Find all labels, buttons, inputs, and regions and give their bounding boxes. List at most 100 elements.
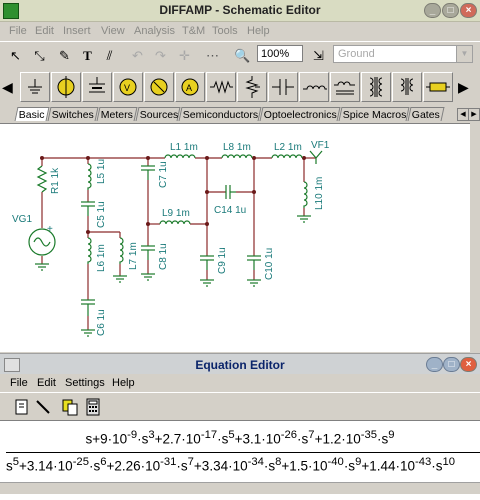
menu-tm[interactable]: T&M [182,25,205,37]
menu-analysis[interactable]: Analysis [134,25,175,37]
menu-tools[interactable]: Tools [212,25,238,37]
tab-optoelectronics-label: Optoelectronics [263,109,337,121]
transformer-part-icon[interactable] [361,72,391,102]
tab-switches-label: Switches [51,109,94,121]
eq-menu-help[interactable]: Help [112,377,135,389]
undo-icon[interactable]: ↶ [128,46,147,65]
tab-sources-label: Sources [139,109,179,121]
lamp-part-icon[interactable] [423,72,453,102]
node-select-icon[interactable]: ⤡ [30,46,49,65]
tab-spice-macros[interactable]: Spice Macros [338,107,410,121]
menu-help[interactable]: Help [247,25,270,37]
battery-part-icon[interactable] [51,72,81,102]
dc-source-part-icon[interactable] [82,72,112,102]
eq-close-icon[interactable]: × [460,357,477,372]
minimize-icon[interactable]: _ [424,3,441,18]
svg-text:A: A [186,83,192,93]
select-arrow-icon[interactable]: ↖ [6,46,25,65]
ammeter-part-icon[interactable] [144,72,174,102]
transfer-numerator: s+9·10-9·s3+2.7·10-17·s5+3.1·10-26·s7+1.… [85,429,395,447]
text-tool-icon[interactable]: T [78,46,97,65]
pencil-icon[interactable] [33,397,53,417]
coupled-inductor-part-icon[interactable] [330,72,360,102]
tab-semiconductors[interactable]: Semiconductors [178,107,262,121]
schematic-window-title: DIFFAMP - Schematic Editor [159,3,321,17]
label-plus: + [47,224,53,235]
tab-scroll-right-icon[interactable]: ▶ [468,108,480,121]
label-r1: R1 1k [50,167,61,194]
tab-switches[interactable]: Switches [47,107,99,121]
tab-spice-macros-label: Spice Macros [342,109,407,121]
eq-menu-edit[interactable]: Edit [37,377,56,389]
eq-minimize-icon[interactable]: _ [426,357,443,372]
eq-menu-settings[interactable]: Settings [65,377,105,389]
transfer-denominator: s5+3.14·10-25·s6+2.26·10-31·s7+3.34·10-3… [6,456,456,474]
label-l7: L7 1m [128,242,139,270]
resistor-part-icon[interactable] [206,72,236,102]
voltmeter-part-icon[interactable]: V [113,72,143,102]
grid-icon[interactable]: ⋯ [203,46,222,65]
tab-meters-label: Meters [100,109,133,121]
wire-tool-icon[interactable]: ⫽ [100,46,119,65]
copy-icon[interactable] [60,397,80,417]
schematic-vertical-scrollbar[interactable] [470,123,480,351]
pen-icon[interactable]: ✎ [55,46,74,65]
label-vg1: VG1 [12,214,32,225]
label-c10: C10 1u [264,248,275,280]
transformer-3-part-icon[interactable] [392,72,422,102]
components [28,150,323,316]
tab-gates[interactable]: Gates [407,107,445,121]
ground-part-icon[interactable] [20,72,50,102]
menu-file[interactable]: File [9,25,27,37]
maximize-icon[interactable]: □ [442,3,459,18]
tab-basic[interactable]: Basic [14,107,50,121]
close-icon[interactable]: × [460,3,477,18]
equation-menu-bar: File Edit Settings Help [0,374,480,392]
label-l8: L8 1m [223,142,251,153]
menu-view[interactable]: View [101,25,125,37]
svg-text:V: V [124,83,130,93]
component-select[interactable]: Ground ▼ [333,45,473,63]
equation-title-bar: Equation Editor _ □ × [0,353,480,375]
label-c5: C5 1u [96,201,107,228]
equation-horizontal-scrollbar[interactable] [0,482,480,494]
redo-icon[interactable]: ↷ [151,46,170,65]
palette-scroll-left-icon[interactable]: ◀ [2,73,13,101]
eq-menu-file[interactable]: File [10,377,28,389]
label-l6: L6 1m [96,244,107,272]
inductor-part-icon[interactable] [299,72,329,102]
tab-meters[interactable]: Meters [96,107,138,121]
label-l10: L10 1m [314,177,325,210]
capacitor-part-icon[interactable] [268,72,298,102]
fraction-line [6,452,480,453]
label-c8: C8 1u [158,243,169,270]
label-c7: C7 1u [158,161,169,188]
equation-window-title: Equation Editor [195,358,285,372]
component-select-value: Ground [338,48,375,60]
potentiometer-part-icon[interactable] [237,72,267,102]
label-l1: L1 1m [170,142,198,153]
zoom-icon[interactable]: 🔍 [233,46,252,65]
schematic-menu-bar: File Edit Insert View Analysis T&M Tools… [0,22,480,41]
schematic-canvas[interactable]: R1 1k VG1 + L5 1u C5 1u L6 1m L7 1m C6 1… [0,123,470,352]
component-tabs: Basic Switches Meters Sources Semiconduc… [0,106,480,122]
tab-semiconductors-label: Semiconductors [182,109,259,121]
tab-gates-label: Gates [411,109,440,121]
pin-icon[interactable]: ✛ [175,46,194,65]
chevron-down-icon[interactable]: ▼ [456,46,472,62]
calculator-icon[interactable] [83,397,103,417]
current-meter-part-icon[interactable]: A [175,72,205,102]
page-icon[interactable] [12,397,32,417]
tab-optoelectronics[interactable]: Optoelectronics [259,107,341,121]
component-place-icon[interactable]: ⇲ [309,46,328,65]
menu-insert[interactable]: Insert [63,25,91,37]
menu-edit[interactable]: Edit [35,25,54,37]
tab-basic-label: Basic [18,109,45,121]
label-l5: L5 1u [96,159,107,184]
palette-scroll-right-icon[interactable]: ▶ [458,73,469,101]
equation-toolbar [0,392,480,420]
eq-maximize-icon[interactable]: □ [443,357,460,372]
schematic-diagram: R1 1k VG1 + L5 1u C5 1u L6 1m L7 1m C6 1… [12,140,330,337]
zoom-level-input[interactable]: 100% [257,45,303,62]
tab-sources[interactable]: Sources [135,107,181,121]
